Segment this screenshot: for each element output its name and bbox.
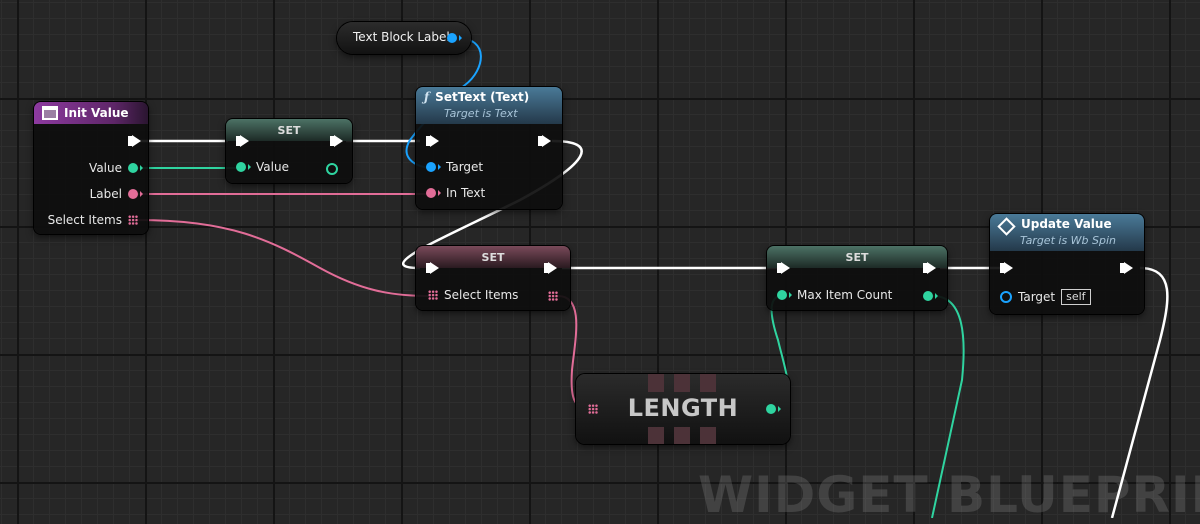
- exec-output-pin[interactable]: [544, 262, 557, 274]
- target-input-dot[interactable]: [426, 162, 441, 172]
- pin-label: Select Items: [444, 288, 519, 302]
- exec-output-pin[interactable]: [923, 262, 936, 274]
- label-pin[interactable]: Label: [89, 187, 143, 201]
- node-title: Update Value: [1021, 217, 1112, 231]
- exec-output-pin[interactable]: [538, 135, 551, 147]
- set-select-items-node[interactable]: SET Select Items: [416, 246, 570, 310]
- exec-input-pin[interactable]: [777, 262, 790, 274]
- array-grid-icon[interactable]: [428, 290, 438, 300]
- node-title: SET: [277, 123, 301, 137]
- target-pin[interactable]: Target: [426, 160, 483, 174]
- node-header: Init Value: [34, 102, 148, 124]
- array-grid-icon[interactable]: [548, 291, 558, 301]
- set-value-node[interactable]: SET Value: [226, 119, 352, 183]
- node-title: SET: [845, 250, 869, 264]
- value-output-pin[interactable]: [326, 163, 338, 175]
- label-output-pin[interactable]: [128, 189, 143, 199]
- value-input-pin[interactable]: Value: [236, 160, 289, 174]
- pin-label: Value: [256, 160, 289, 174]
- target-pin[interactable]: Target self: [1000, 289, 1091, 305]
- pin-label: In Text: [446, 186, 486, 200]
- pin-label: Target: [446, 160, 484, 174]
- widget-blueprint-watermark: WIDGET BLUEPRINT: [698, 466, 1200, 524]
- exec-input-pin[interactable]: [426, 135, 439, 147]
- length-node[interactable]: LENGTH: [576, 374, 790, 444]
- set-text-node[interactable]: ƒ SetText (Text) Target is Text Target I…: [416, 87, 562, 209]
- max-item-count-input-dot[interactable]: [777, 290, 792, 300]
- node-title: SET: [481, 250, 505, 264]
- function-icon: [42, 106, 58, 120]
- exec-input-pin[interactable]: [1000, 262, 1013, 274]
- exec-output-pin[interactable]: [330, 135, 343, 147]
- node-title: LENGTH: [627, 394, 739, 422]
- set-max-item-count-node[interactable]: SET Max Item Count: [767, 246, 947, 310]
- pin-label: Value: [89, 161, 122, 175]
- function-f-icon: ƒ: [424, 90, 430, 104]
- exec-output-pin[interactable]: [128, 135, 141, 147]
- node-header: SET: [767, 246, 947, 268]
- value-output-pin[interactable]: [128, 163, 143, 173]
- in-text-input-dot[interactable]: [426, 188, 441, 198]
- node-subtitle: Target is Wb Spin: [1020, 234, 1117, 247]
- text-wire: [137, 219, 431, 297]
- value-pin[interactable]: Value: [89, 161, 143, 175]
- update-value-node[interactable]: Update Value Target is Wb Spin Target se…: [990, 214, 1144, 314]
- node-title: SetText (Text): [435, 90, 530, 104]
- event-diamond-icon: [997, 217, 1016, 236]
- length-output-pin[interactable]: [766, 404, 781, 414]
- init-value-node[interactable]: Init Value Value Label Select Items: [34, 102, 148, 234]
- node-title: Init Value: [64, 106, 129, 120]
- node-title: Text Block Label: [353, 30, 450, 44]
- node-subtitle: Target is Text: [444, 107, 518, 120]
- pin-label: Target: [1018, 290, 1056, 304]
- pin-label: Max Item Count: [797, 288, 893, 302]
- exec-output-pin[interactable]: [1120, 262, 1133, 274]
- text-block-label-node[interactable]: Text Block Label: [337, 22, 471, 54]
- pin-label: Select Items: [47, 213, 122, 227]
- select-items-pin[interactable]: Select Items: [48, 213, 138, 227]
- target-input-dot[interactable]: [1000, 291, 1012, 303]
- select-items-input-pin[interactable]: Select Items: [428, 288, 518, 302]
- text-block-label-output-pin[interactable]: [447, 33, 462, 43]
- pin-label: Label: [89, 187, 122, 201]
- self-default-value[interactable]: self: [1061, 289, 1091, 305]
- exec-input-pin[interactable]: [426, 262, 439, 274]
- array-grid-icon[interactable]: [128, 215, 138, 225]
- exec-input-pin[interactable]: [236, 135, 249, 147]
- array-grid-icon[interactable]: [588, 404, 598, 414]
- value-input-dot[interactable]: [236, 162, 251, 172]
- max-item-count-input-pin[interactable]: Max Item Count: [777, 288, 892, 302]
- max-item-count-output-pin[interactable]: [923, 291, 938, 301]
- in-text-pin[interactable]: In Text: [426, 186, 485, 200]
